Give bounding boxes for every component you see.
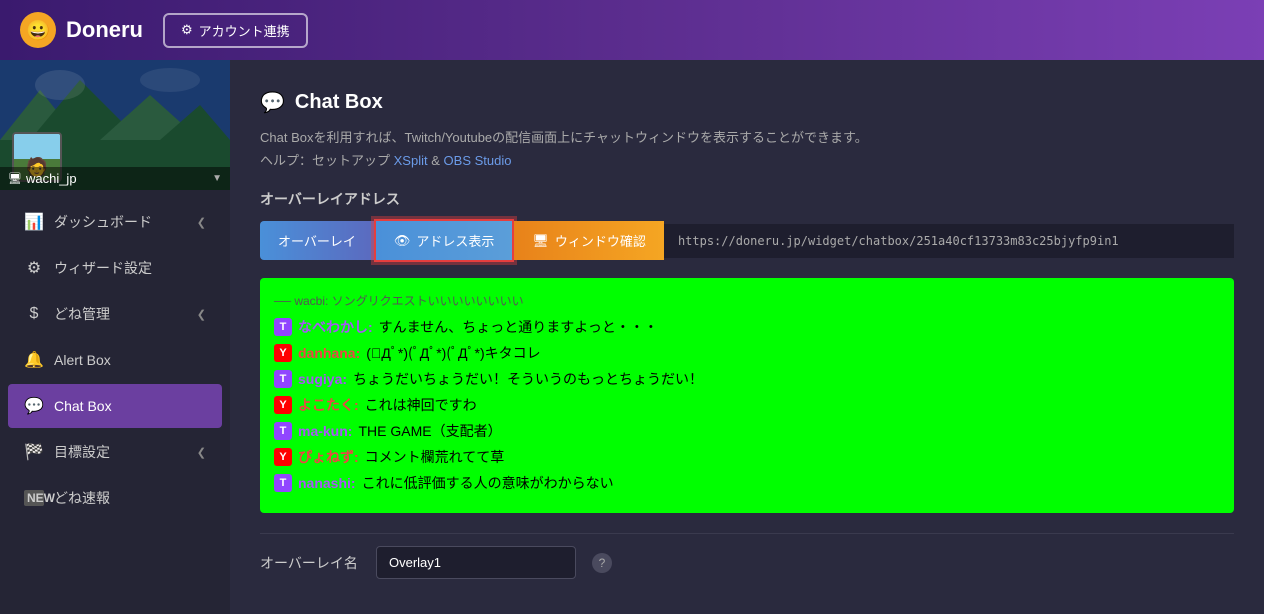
chat-message-row: Ydanhana: (ﾟДﾟ*)(ﾟДﾟ*)(ﾟДﾟ*)キタコレ: [274, 343, 1220, 363]
account-link-button[interactable]: ⚙ アカウント連携: [163, 13, 308, 48]
obs-link[interactable]: OBS Studio: [444, 153, 512, 168]
eye-icon: 👁: [394, 233, 411, 249]
sidebar-item-label: どね管理: [54, 304, 187, 324]
chevron-icon: ❮: [197, 446, 206, 459]
chat-username: sugiya:: [298, 371, 347, 387]
logo-icon: 😀: [20, 12, 56, 48]
chat-message-row: Y よこたく: これは神回ですわ: [274, 395, 1220, 415]
overlay-name-input[interactable]: [376, 546, 576, 579]
chat-messages: T なべわかし: すんません、ちょっと通りますよっと・・・ Ydanhana: (ﾟ…: [274, 317, 1220, 493]
sidebar-item-done[interactable]: $ どね管理 ❮: [8, 292, 222, 336]
bell-icon: 🔔: [24, 350, 44, 370]
twitch-icon: T: [274, 422, 292, 440]
address-display-button[interactable]: 👁 アドレス表示: [374, 219, 515, 262]
gear-icon: ⚙: [24, 258, 44, 278]
sidebar-item-label: Alert Box: [54, 352, 206, 368]
overlay-name-row: オーバーレイ名 ?: [260, 533, 1234, 591]
sidebar-item-goals[interactable]: 🏁 目標設定 ❮: [8, 430, 222, 474]
header: 😀 Doneru ⚙ アカウント連携: [0, 0, 1264, 60]
sidebar-item-done-news[interactable]: NEW どね速報: [8, 476, 222, 520]
twitch-icon: T: [274, 474, 292, 492]
news-icon: NEW: [24, 490, 44, 506]
address-label: アドレス表示: [416, 231, 494, 250]
dashboard-icon: 📊: [24, 212, 44, 232]
user-monitor-icon: 🖥: [8, 172, 22, 185]
page-title: Chat Box: [295, 91, 383, 114]
overlay-name-label: オーバーレイ名: [260, 553, 360, 573]
chat-text: THE GAME（支配者）: [358, 421, 501, 441]
chat-top-bar: ── wacbi: ソングリクエストいいいいいいいい: [274, 292, 1220, 309]
sidebar-item-label: 目標設定: [54, 442, 187, 462]
account-link-label: アカウント連携: [199, 21, 290, 40]
xsplit-link[interactable]: XSplit: [394, 153, 428, 168]
chat-message-row: Tnanashi: これに低評価する人の意味がわからない: [274, 473, 1220, 493]
chat-username: danhana:: [298, 345, 360, 361]
sidebar-item-label: ダッシュボード: [54, 212, 187, 232]
chat-message-row: Tsugiya: ちょうだいちょうだい！そういうのもっとちょうだい！: [274, 369, 1220, 389]
chat-text: これに低評価する人の意味がわからない: [362, 473, 614, 493]
chat-message-row: Tma-kun: THE GAME（支配者）: [274, 421, 1220, 441]
chat-username: nanashi:: [298, 475, 356, 491]
sidebar-item-label: Chat Box: [54, 398, 206, 414]
chat-username: ぴょねず:: [298, 447, 359, 467]
sidebar-item-label: ウィザード設定: [54, 258, 206, 278]
user-name-area[interactable]: 🖥 wachi_jp ▼: [0, 167, 230, 190]
window-confirm-button[interactable]: 🖥 ウィンドウ確認: [514, 221, 664, 260]
sidebar-item-alertbox[interactable]: 🔔 Alert Box: [8, 338, 222, 382]
chevron-icon: ❮: [197, 216, 206, 229]
chat-preview: ── wacbi: ソングリクエストいいいいいいいい T なべわかし: すんません…: [260, 278, 1234, 513]
chat-text: (ﾟДﾟ*)(ﾟДﾟ*)(ﾟДﾟ*)キタコレ: [366, 343, 540, 363]
chat-message-row: Y ぴょねず: コメント欄荒れてて草: [274, 447, 1220, 467]
address-bar: オーバーレイ 👁 アドレス表示 🖥 ウィンドウ確認: [260, 219, 1234, 262]
youtube-icon: Y: [274, 448, 292, 466]
youtube-icon: Y: [274, 396, 292, 414]
chat-username: なべわかし:: [298, 317, 373, 337]
youtube-icon: Y: [274, 344, 292, 362]
chat-text: ちょうだいちょうだい！そういうのもっとちょうだい！: [353, 369, 703, 389]
help-text: ヘルプ：セットアップ: [260, 153, 390, 168]
chat-text: すんません、ちょっと通りますよっと・・・: [379, 317, 658, 337]
gear-icon: ⚙: [181, 22, 193, 38]
section-label: オーバーレイアドレス: [260, 189, 1234, 209]
chevron-icon: ❮: [197, 308, 206, 321]
chevron-down-icon: ▼: [212, 173, 222, 184]
sidebar: 🧑 🖥 wachi_jp ▼ 📊 ダッシュボード ❮ ⚙ ウィザード設定 $ ど…: [0, 60, 230, 614]
sidebar-item-wizard[interactable]: ⚙ ウィザード設定: [8, 246, 222, 290]
help-icon[interactable]: ?: [592, 553, 612, 573]
sidebar-item-chatbox[interactable]: 💬 Chat Box: [8, 384, 222, 428]
chat-text: コメント欄荒れてて草: [365, 447, 505, 467]
link-separator: &: [431, 153, 443, 168]
logo-text: Doneru: [66, 17, 143, 43]
chat-box-icon: 💬: [260, 90, 285, 115]
window-label: ウィンドウ確認: [555, 231, 646, 250]
chat-text: これは神回ですわ: [365, 395, 477, 415]
sidebar-item-label: どね速報: [54, 488, 206, 508]
username: wachi_jp: [26, 171, 77, 186]
sidebar-item-dashboard[interactable]: 📊 ダッシュボード ❮: [8, 200, 222, 244]
overlay-button[interactable]: オーバーレイ: [260, 221, 374, 260]
chat-username: よこたく:: [298, 395, 359, 415]
dollar-icon: $: [24, 305, 44, 323]
goal-icon: 🏁: [24, 442, 44, 462]
page-description: Chat Boxを利用すれば、Twitch/Youtubeの配信画面上にチャット…: [260, 127, 1234, 146]
chat-icon: 💬: [24, 396, 44, 416]
main-content: 💬 Chat Box Chat Boxを利用すれば、Twitch/Youtube…: [230, 60, 1264, 614]
chat-username: ma-kun:: [298, 423, 352, 439]
main-layout: 🧑 🖥 wachi_jp ▼ 📊 ダッシュボード ❮ ⚙ ウィザード設定 $ ど…: [0, 60, 1264, 614]
chat-message-row: T なべわかし: すんません、ちょっと通りますよっと・・・: [274, 317, 1220, 337]
address-url-input[interactable]: [664, 224, 1234, 258]
monitor-icon: 🖥: [532, 233, 549, 249]
user-area: 🧑 🖥 wachi_jp ▼: [0, 60, 230, 190]
logo-area: 😀 Doneru: [20, 12, 143, 48]
page-title-area: 💬 Chat Box: [260, 90, 1234, 115]
twitch-icon: T: [274, 318, 292, 336]
page-desc-links: ヘルプ：セットアップ XSplit & OBS Studio: [260, 150, 1234, 169]
twitch-icon: T: [274, 370, 292, 388]
